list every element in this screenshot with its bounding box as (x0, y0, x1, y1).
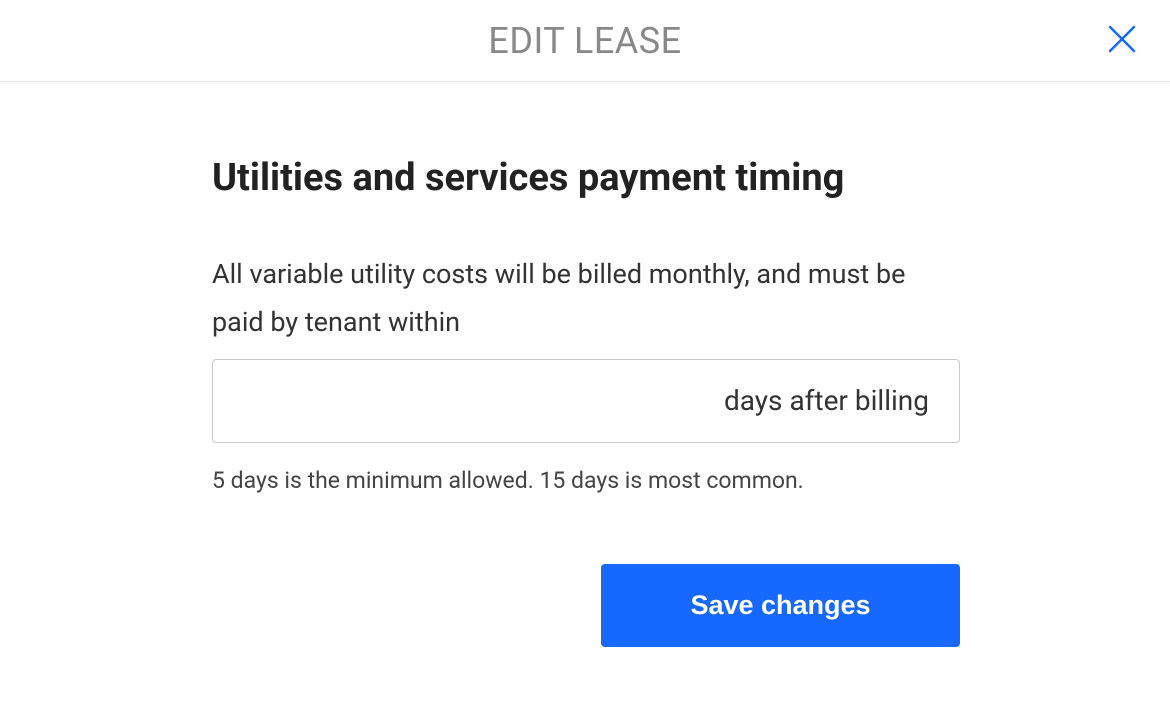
input-suffix-label: days after billing (724, 384, 929, 417)
modal-content: Utilities and services payment timing Al… (212, 82, 960, 647)
description-text: All variable utility costs will be bille… (212, 250, 960, 347)
close-icon (1106, 23, 1138, 58)
hint-text: 5 days is the minimum allowed. 15 days i… (212, 467, 960, 494)
modal-header: EDIT LEASE (0, 0, 1170, 82)
days-input[interactable] (213, 360, 724, 442)
close-button[interactable] (1102, 21, 1142, 61)
save-button[interactable]: Save changes (601, 564, 960, 647)
modal-title: EDIT LEASE (488, 20, 681, 62)
section-title: Utilities and services payment timing (212, 156, 960, 202)
days-input-container: days after billing (212, 359, 960, 443)
actions-row: Save changes (212, 564, 960, 647)
